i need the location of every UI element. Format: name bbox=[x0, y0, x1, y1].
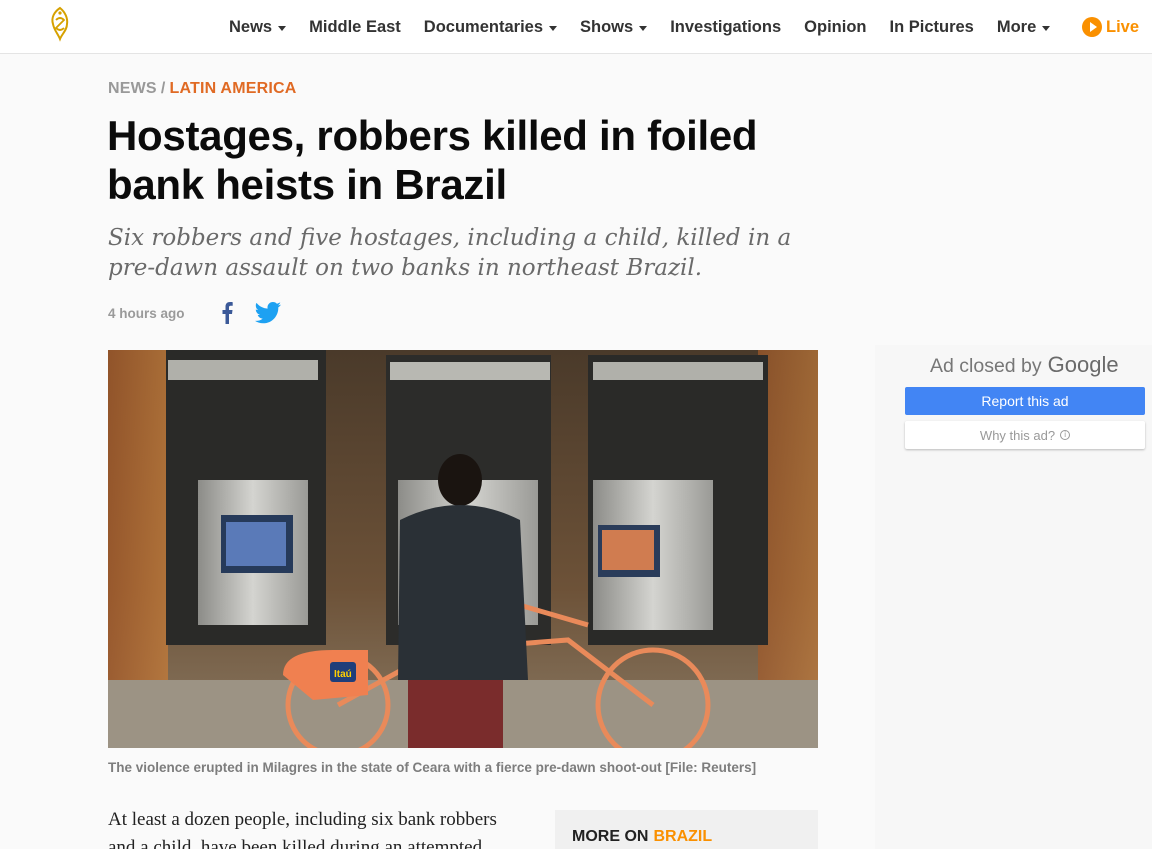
play-icon bbox=[1082, 17, 1102, 37]
info-icon: i bbox=[1060, 430, 1071, 440]
al-jazeera-logo[interactable] bbox=[46, 6, 74, 42]
nav-shows[interactable]: Shows bbox=[580, 18, 648, 37]
breadcrumb-region-link[interactable]: LATIN AMERICA bbox=[169, 80, 296, 97]
twitter-share-icon[interactable] bbox=[254, 302, 281, 324]
article-body: At least a dozen people, including six b… bbox=[108, 809, 497, 849]
more-on-box: MORE ON BRAZIL bbox=[555, 810, 818, 849]
main-nav: News Middle East Documentaries Shows Inv… bbox=[229, 0, 1073, 54]
breadcrumb-news-link[interactable]: NEWS bbox=[108, 80, 157, 97]
live-button[interactable]: Live bbox=[1082, 17, 1139, 37]
chevron-down-icon bbox=[549, 26, 558, 31]
google-wordmark: Google bbox=[1047, 352, 1119, 377]
more-on-topic-link[interactable]: BRAZIL bbox=[653, 828, 712, 845]
ad-closed-notice: Ad closed by Google bbox=[930, 352, 1119, 377]
article-standfirst: Six robbers and five hostages, including… bbox=[108, 225, 792, 281]
atm-photo: Itaú bbox=[108, 350, 818, 748]
atm-brand-badge: Itaú bbox=[334, 669, 352, 680]
article-timestamp: 4 hours ago bbox=[108, 305, 185, 321]
report-ad-button[interactable]: Report this ad bbox=[905, 387, 1145, 415]
nav-investigations[interactable]: Investigations bbox=[670, 18, 781, 37]
article-headline: Hostages, robbers killed in foiled bank … bbox=[107, 112, 758, 208]
nav-news[interactable]: News bbox=[229, 18, 287, 37]
top-navigation-bar: News Middle East Documentaries Shows Inv… bbox=[0, 0, 1152, 54]
nav-opinion[interactable]: Opinion bbox=[804, 18, 866, 37]
image-caption: The violence erupted in Milagres in the … bbox=[108, 760, 757, 775]
chevron-down-icon bbox=[639, 26, 648, 31]
atm-left bbox=[166, 350, 326, 645]
article-meta: 4 hours ago bbox=[108, 302, 281, 324]
nav-in-pictures[interactable]: In Pictures bbox=[889, 18, 973, 37]
nav-middle-east[interactable]: Middle East bbox=[309, 18, 401, 37]
breadcrumb-separator: / bbox=[160, 80, 166, 97]
chevron-down-icon bbox=[278, 26, 287, 31]
article-hero-image: Itaú bbox=[108, 350, 818, 748]
chevron-down-icon bbox=[1042, 26, 1051, 31]
facebook-share-icon[interactable] bbox=[221, 302, 233, 324]
nav-more[interactable]: More bbox=[997, 18, 1051, 37]
more-on-label: MORE ON bbox=[572, 828, 649, 845]
nav-documentaries[interactable]: Documentaries bbox=[424, 18, 558, 37]
atm-right bbox=[588, 355, 768, 645]
why-this-ad-button[interactable]: Why this ad? i bbox=[905, 421, 1145, 449]
breadcrumb: NEWS / LATIN AMERICA bbox=[108, 80, 297, 98]
